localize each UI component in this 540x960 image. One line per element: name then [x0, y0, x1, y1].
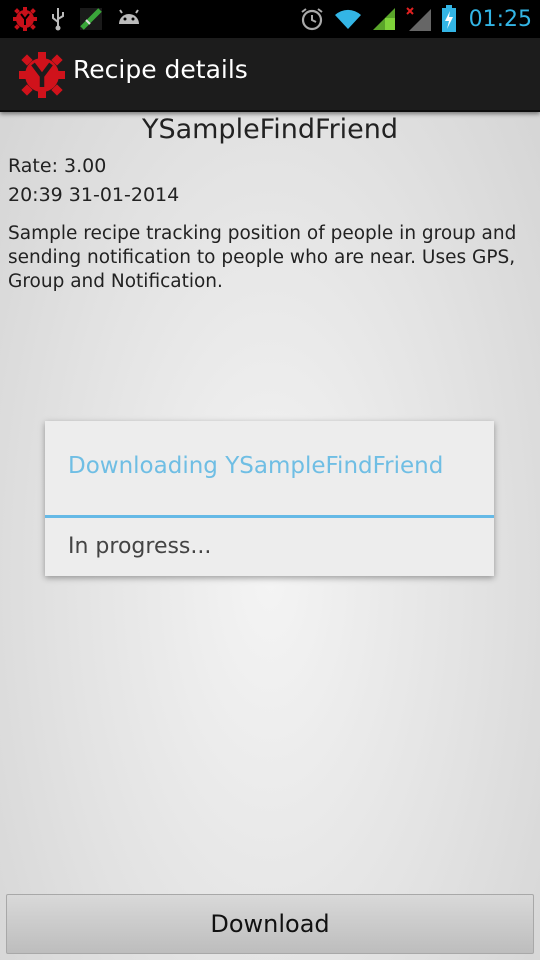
notification-icons [12, 5, 142, 33]
recipe-rate: Rate: 3.00 [8, 155, 107, 177]
signal-icon [372, 8, 395, 30]
debug-icon [80, 8, 102, 30]
no-signal-icon [405, 7, 431, 31]
status-bar: 01:25 [0, 0, 540, 38]
alarm-icon [300, 8, 323, 31]
download-button[interactable]: Download [6, 894, 534, 954]
dialog-divider [45, 515, 494, 518]
android-icon [119, 9, 139, 24]
dialog-title: Downloading YSampleFindFriend [68, 453, 444, 479]
recipe-name: YSampleFindFriend [141, 114, 399, 145]
battery-charging-icon [441, 5, 456, 32]
action-bar-title: Recipe details [73, 55, 248, 84]
progress-dialog: Downloading YSampleFindFriend In progres… [45, 421, 494, 576]
system-icons: 01:25 [299, 4, 532, 34]
app-logo-icon[interactable] [18, 51, 66, 99]
recipe-date: 20:39 31-01-2014 [8, 184, 180, 206]
dialog-message: In progress... [68, 534, 212, 559]
action-bar: Recipe details [0, 38, 540, 112]
status-time: 01:25 [468, 6, 532, 32]
app-notification-icon [13, 7, 37, 31]
recipe-description: Sample recipe tracking position of peopl… [8, 223, 517, 292]
wifi-icon [334, 9, 361, 29]
usb-icon [52, 8, 64, 31]
